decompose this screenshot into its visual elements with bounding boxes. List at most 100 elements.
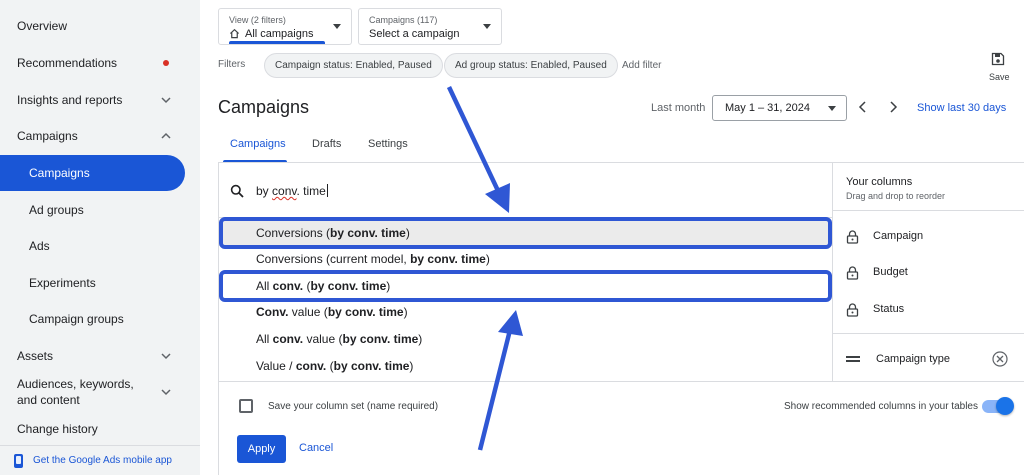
mobile-app-label: Get the Google Ads mobile app: [33, 455, 172, 466]
sidebar-item-recommendations[interactable]: Recommendations: [0, 45, 185, 81]
column-item-label: Campaign type: [876, 353, 950, 365]
date-range-value: May 1 – 31, 2024: [725, 102, 811, 114]
result-label: Conversions (current model, by conv. tim…: [256, 252, 490, 266]
tab-settings[interactable]: Settings: [368, 138, 408, 150]
highlight-box: [219, 217, 832, 249]
result-match: conv.: [272, 332, 304, 346]
save-icon[interactable]: [991, 52, 1005, 66]
result-text: ): [485, 252, 490, 266]
remove-circle-icon[interactable]: [992, 351, 1008, 367]
column-item-campaign: Campaign: [833, 220, 1024, 254]
view-dropdown[interactable]: View (2 filters) All campaigns: [218, 8, 352, 45]
sidebar-item-overview[interactable]: Overview: [0, 8, 185, 44]
date-range-label: Last month: [651, 102, 706, 114]
highlight-box: [219, 270, 832, 302]
result-label: Conv. value (by conv. time): [256, 305, 408, 319]
sidebar-item-label: Ads: [29, 239, 50, 253]
result-text: ): [409, 359, 414, 373]
lock-icon: [846, 303, 859, 317]
filter-chip-campaign-status[interactable]: Campaign status: Enabled, Paused: [264, 53, 443, 78]
sidebar-item-ads[interactable]: Ads: [0, 228, 185, 264]
result-item[interactable]: All conv. value (by conv. time): [219, 326, 832, 352]
your-columns-divider: [833, 210, 1024, 211]
cancel-button[interactable]: Cancel: [299, 442, 333, 454]
tab-drafts[interactable]: Drafts: [312, 138, 341, 150]
column-item-label: Budget: [873, 266, 908, 278]
show-last-30-days-link[interactable]: Show last 30 days: [917, 102, 1006, 114]
chevron-up-icon: [161, 132, 171, 139]
sidebar-item-ad-groups[interactable]: Ad groups: [0, 192, 185, 228]
home-icon: [229, 28, 240, 39]
chevron-down-icon: [161, 353, 171, 360]
sidebar-item-label: Recommendations: [17, 56, 118, 70]
sidebar-item-label: Campaigns: [17, 129, 78, 143]
sidebar-item-experiments[interactable]: Experiments: [0, 265, 185, 301]
result-match: Conv.: [256, 305, 289, 319]
view-dropdown-value: All campaigns: [245, 28, 314, 40]
caret-down-icon: [828, 106, 836, 111]
result-label: All conv. value (by conv. time): [256, 332, 422, 346]
result-text: value (: [303, 332, 343, 346]
sidebar-item-label: Overview: [17, 19, 68, 33]
sidebar-item-label: Ad groups: [29, 203, 84, 217]
phone-icon: [14, 454, 23, 468]
footer-divider: [219, 381, 1024, 382]
result-text: (: [326, 359, 334, 373]
mobile-app-link[interactable]: Get the Google Ads mobile app: [0, 445, 200, 475]
search-text-misspelled: conv: [272, 184, 297, 198]
result-text: Conversions (current model,: [256, 252, 411, 266]
sidebar-item-assets[interactable]: Assets: [0, 338, 185, 374]
result-match: by conv. time: [333, 359, 410, 373]
result-match: conv.: [295, 359, 327, 373]
column-item-budget: Budget: [833, 256, 1024, 290]
sidebar-item-audiences[interactable]: Audiences, keywords, and content: [0, 374, 185, 410]
sidebar-item-label: Audiences, keywords, and content: [17, 377, 134, 407]
toggle-knob: [996, 397, 1014, 415]
sidebar-item-label: Campaign groups: [29, 312, 124, 326]
result-text: ): [403, 305, 408, 319]
sidebar-item-label: Assets: [17, 349, 54, 363]
caret-down-icon: [333, 24, 341, 29]
sidebar-item-campaigns-sub[interactable]: Campaigns: [0, 155, 185, 191]
lock-icon: [846, 230, 859, 244]
notification-dot: [163, 60, 169, 66]
result-text: ): [418, 332, 423, 346]
add-filter-button[interactable]: Add filter: [622, 60, 661, 71]
search-icon: [230, 184, 244, 198]
chevron-down-icon: [161, 389, 171, 396]
campaign-dropdown[interactable]: Campaigns (117) Select a campaign: [358, 8, 502, 45]
view-dropdown-underline: [229, 41, 325, 44]
result-text: value (: [288, 305, 328, 319]
result-item[interactable]: Value / conv. (by conv. time): [219, 353, 832, 379]
result-item[interactable]: Conversions (current model, by conv. tim…: [219, 246, 832, 272]
drag-handle-icon[interactable]: [846, 355, 860, 363]
column-item-campaign-type[interactable]: Campaign type: [833, 343, 1024, 377]
save-column-set-checkbox[interactable]: [239, 399, 253, 413]
sidebar-item-campaign-groups[interactable]: Campaign groups: [0, 301, 185, 337]
result-item[interactable]: Conv. value (by conv. time): [219, 299, 832, 325]
date-range-dropdown[interactable]: May 1 – 31, 2024: [712, 95, 847, 121]
result-match: by conv. time: [410, 252, 486, 266]
sidebar-item-campaigns[interactable]: Campaigns: [0, 118, 185, 154]
column-item-label: Status: [873, 303, 905, 315]
lock-icon: [846, 266, 859, 280]
chevron-left-icon[interactable]: [856, 100, 870, 114]
your-columns-title: Your columns: [846, 176, 913, 188]
search-text-part: by: [256, 184, 273, 198]
sidebar-item-insights[interactable]: Insights and reports: [0, 82, 185, 118]
campaign-dropdown-value: Select a campaign: [369, 28, 460, 40]
sidebar-item-label: Insights and reports: [17, 93, 123, 107]
sidebar-item-label: Experiments: [29, 276, 96, 290]
show-recommended-toggle[interactable]: [982, 397, 1014, 415]
show-recommended-label: Show recommended columns in your tables: [784, 401, 978, 412]
chevron-right-icon[interactable]: [886, 100, 900, 114]
filter-chip-adgroup-status[interactable]: Ad group status: Enabled, Paused: [444, 53, 618, 78]
column-search-input[interactable]: by conv. time: [256, 184, 328, 198]
tab-campaigns[interactable]: Campaigns: [230, 138, 286, 150]
chevron-down-icon: [161, 97, 171, 104]
result-match: by conv. time: [342, 332, 419, 346]
sidebar-item-change-history[interactable]: Change history: [0, 411, 185, 447]
apply-button[interactable]: Apply: [237, 435, 286, 463]
save-label[interactable]: Save: [989, 72, 1010, 82]
save-column-set-label: Save your column set (name required): [268, 401, 439, 412]
